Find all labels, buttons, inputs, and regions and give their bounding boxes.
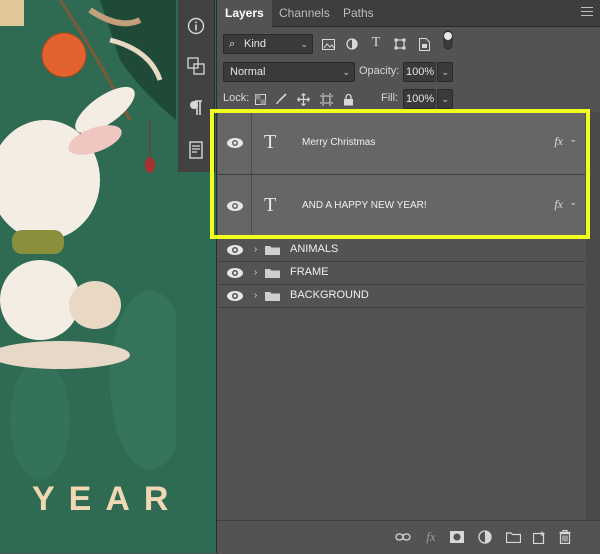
link-layers-icon[interactable] (395, 529, 411, 545)
panel-tabs: Layers Channels Paths (217, 0, 600, 27)
layers-bottom-toolbar: fx (217, 520, 600, 554)
folder-icon (265, 269, 280, 278)
new-layer-icon[interactable] (531, 529, 547, 545)
lock-image-pixels-brush-icon[interactable] (274, 92, 288, 106)
adjustment-layer-filter-icon[interactable] (345, 37, 359, 51)
filter-toggle-switch[interactable] (441, 30, 455, 50)
filter-kind-value: Kind (244, 38, 267, 50)
filter-row: ⌕ Kind ⌄ T (217, 30, 600, 54)
chevron-down-icon: ⌄ (441, 67, 449, 77)
paragraph-icon[interactable] (184, 96, 208, 120)
tab-channels[interactable]: Channels (271, 0, 338, 26)
add-layer-mask-icon[interactable] (449, 529, 465, 545)
canvas-artwork (0, 0, 176, 480)
search-icon: ⌕ (229, 38, 236, 50)
new-group-folder-icon[interactable] (505, 529, 521, 545)
layer-name[interactable]: ANIMALS (290, 243, 338, 255)
opacity-value: 100% (406, 66, 435, 78)
layer-group-background[interactable]: › BACKGROUND (218, 285, 585, 308)
visibility-eye-icon[interactable] (226, 267, 244, 279)
chevron-down-icon: ⌄ (300, 39, 308, 49)
fill-value: 100% (406, 93, 435, 105)
chevron-right-icon[interactable]: › (254, 244, 257, 255)
type-layer-filter-icon[interactable]: T (369, 35, 383, 50)
fill-input[interactable]: 100% (403, 89, 436, 109)
opacity-dropdown-button[interactable]: ⌄ (437, 62, 453, 82)
opacity-label: Opacity: (359, 65, 400, 77)
lock-row: Lock: Fill: 100% ⌄ (217, 89, 600, 109)
folder-icon (265, 246, 280, 255)
pixel-layer-filter-icon[interactable] (321, 37, 335, 51)
add-layer-style-fx-icon[interactable]: fx (423, 529, 439, 545)
lock-transparent-pixels-icon[interactable] (253, 92, 267, 106)
lock-all-padlock-icon[interactable] (341, 92, 355, 106)
chevron-down-icon: ⌄ (441, 94, 449, 104)
shape-layer-filter-icon[interactable] (393, 37, 407, 51)
lock-label: Lock: (223, 92, 250, 104)
lock-position-move-icon[interactable] (296, 92, 310, 106)
panel-menu-icon[interactable] (581, 7, 593, 17)
new-adjustment-layer-icon[interactable] (477, 529, 493, 545)
highlight-rectangle (210, 109, 590, 239)
info-icon[interactable] (184, 14, 208, 38)
document-canvas: YEAR! (0, 0, 176, 553)
chevron-right-icon[interactable]: › (254, 267, 257, 278)
paragraph-styles-icon[interactable] (184, 138, 208, 162)
smart-object-filter-icon[interactable] (417, 37, 431, 51)
collapsed-panel-strip (176, 0, 216, 553)
glyphs-icon[interactable] (184, 54, 208, 78)
blend-mode-select[interactable]: Normal ⌄ (223, 62, 355, 82)
layer-name[interactable]: FRAME (290, 266, 329, 278)
blend-row: Normal ⌄ Opacity: 100% ⌄ (217, 62, 600, 82)
tab-layers[interactable]: Layers (217, 0, 272, 27)
layer-name[interactable]: BACKGROUND (290, 289, 369, 301)
fill-dropdown-button[interactable]: ⌄ (437, 89, 453, 109)
canvas-year-text: YEAR! (32, 480, 176, 518)
layer-group-frame[interactable]: › FRAME (218, 262, 585, 285)
delete-layer-trash-icon[interactable] (557, 529, 573, 545)
visibility-eye-icon[interactable] (226, 290, 244, 302)
layer-group-animals[interactable]: › ANIMALS (218, 239, 585, 262)
tab-paths[interactable]: Paths (335, 0, 382, 26)
chevron-down-icon: ⌄ (342, 67, 350, 77)
filter-kind-select[interactable]: ⌕ Kind ⌄ (223, 34, 313, 54)
lock-artboard-icon[interactable] (319, 92, 333, 106)
chevron-right-icon[interactable]: › (254, 290, 257, 301)
folder-icon (265, 292, 280, 301)
opacity-input[interactable]: 100% (403, 62, 436, 82)
blend-mode-value: Normal (230, 66, 266, 78)
fill-label: Fill: (381, 92, 399, 104)
visibility-eye-icon[interactable] (226, 244, 244, 256)
layers-panel: Layers Channels Paths ⌕ Kind ⌄ T Normal (216, 0, 600, 554)
